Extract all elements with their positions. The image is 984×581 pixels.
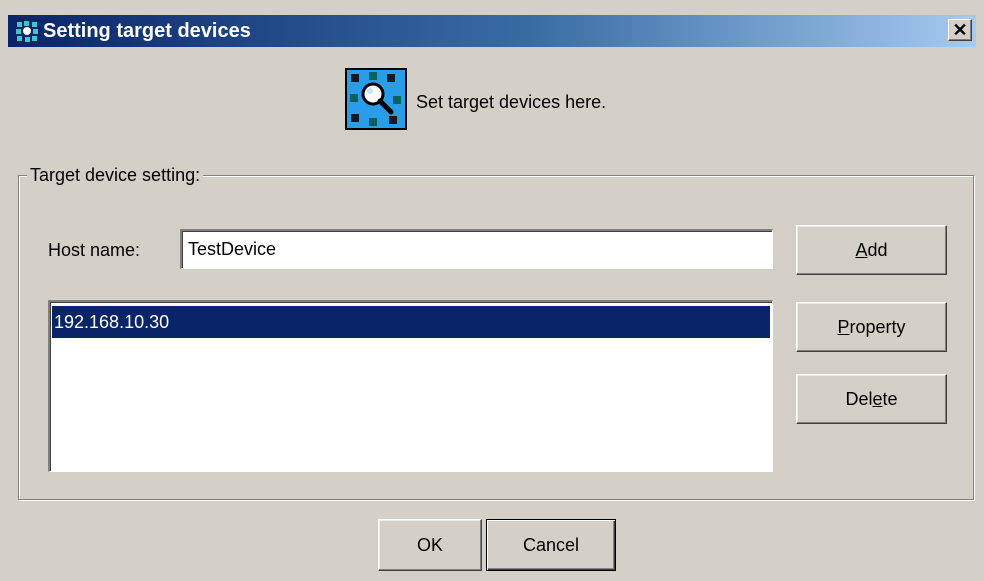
delete-label-start: Del (845, 389, 873, 409)
device-search-icon (345, 68, 407, 130)
list-item[interactable]: 192.168.10.30 (52, 306, 770, 338)
add-label-rest: dd (867, 240, 888, 260)
network-devices-icon (14, 19, 40, 43)
device-listbox[interactable]: 192.168.10.30 (48, 300, 773, 472)
window-title: Setting target devices (43, 20, 251, 42)
property-button[interactable]: Property (796, 302, 947, 352)
delete-mnemonic: e (872, 389, 883, 409)
header-text: Set target devices here. (416, 92, 607, 112)
property-label-rest: roperty (849, 317, 906, 337)
close-button[interactable]: ✕ (948, 19, 972, 41)
host-name-label: Host name: (48, 240, 141, 260)
add-mnemonic: A (855, 240, 868, 260)
dialog-window: Setting target devices ✕ Set target devi… (0, 0, 984, 581)
delete-label-rest: te (882, 389, 898, 409)
title-bar[interactable]: Setting target devices ✕ (8, 15, 976, 47)
groupbox-legend: Target device setting: (27, 165, 204, 186)
add-button[interactable]: Add (796, 225, 947, 275)
cancel-button[interactable]: Cancel (486, 519, 616, 571)
delete-button[interactable]: Delete (796, 374, 947, 424)
host-name-input[interactable] (180, 229, 773, 269)
property-mnemonic: P (837, 317, 850, 337)
ok-button[interactable]: OK (378, 519, 482, 571)
close-icon: ✕ (952, 20, 968, 40)
